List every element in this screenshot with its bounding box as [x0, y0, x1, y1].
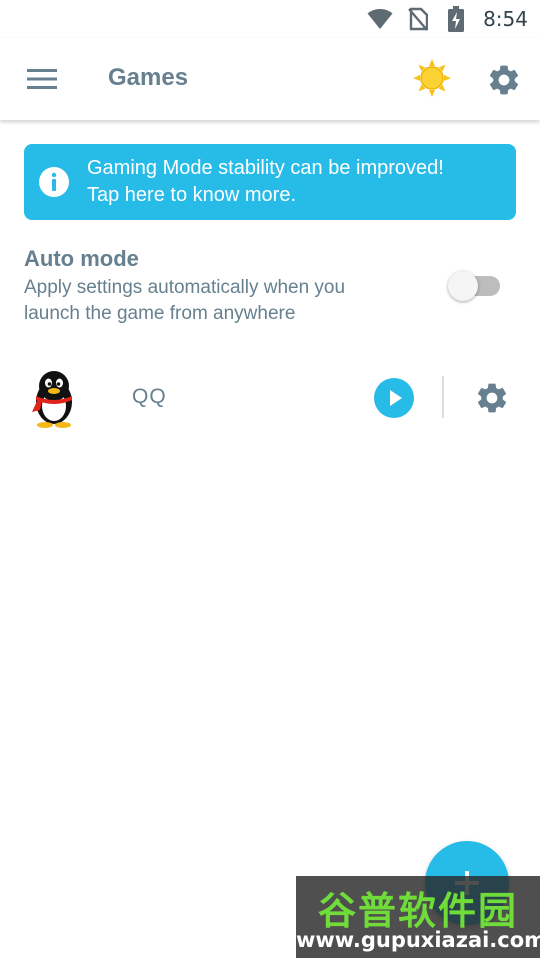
info-icon	[39, 167, 69, 197]
stability-banner[interactable]: Gaming Mode stability can be improved! T…	[24, 144, 516, 220]
watermark: 谷普软件园 www.gupuxiazai.com	[296, 876, 540, 958]
watermark-url: www.gupuxiazai.com	[296, 928, 540, 952]
divider	[442, 376, 444, 418]
play-button[interactable]	[374, 378, 414, 418]
auto-mode-title: Auto mode	[24, 246, 139, 271]
play-icon	[390, 390, 402, 406]
toggle-thumb	[448, 271, 478, 301]
battery-charging-icon	[443, 6, 469, 32]
status-time: 8:54	[483, 7, 528, 31]
game-name: QQ	[132, 385, 167, 408]
settings-icon	[477, 383, 507, 413]
app-bar: Games	[0, 38, 540, 120]
sun-icon	[413, 59, 451, 97]
game-settings-button[interactable]	[474, 380, 510, 416]
settings-icon	[489, 65, 519, 95]
auto-mode-description-line1: Apply settings automatically when you	[24, 277, 346, 298]
status-bar: 8:54	[0, 0, 540, 38]
no-sim-icon	[405, 6, 431, 32]
mode-button[interactable]	[412, 58, 452, 98]
banner-text-line2: Tap here to know more.	[87, 184, 296, 206]
settings-button[interactable]	[486, 62, 522, 98]
auto-mode-description-line2: launch the game from anywhere	[24, 303, 296, 324]
menu-icon	[27, 69, 57, 89]
game-row[interactable]: QQ	[0, 360, 540, 438]
menu-button[interactable]	[24, 62, 60, 96]
wifi-icon	[367, 6, 393, 32]
qq-penguin-icon	[32, 371, 72, 428]
page-title: Games	[108, 64, 189, 91]
auto-mode-toggle[interactable]	[448, 270, 502, 302]
watermark-text: 谷普软件园	[317, 889, 518, 933]
banner-text-line1: Gaming Mode stability can be improved!	[87, 157, 444, 179]
